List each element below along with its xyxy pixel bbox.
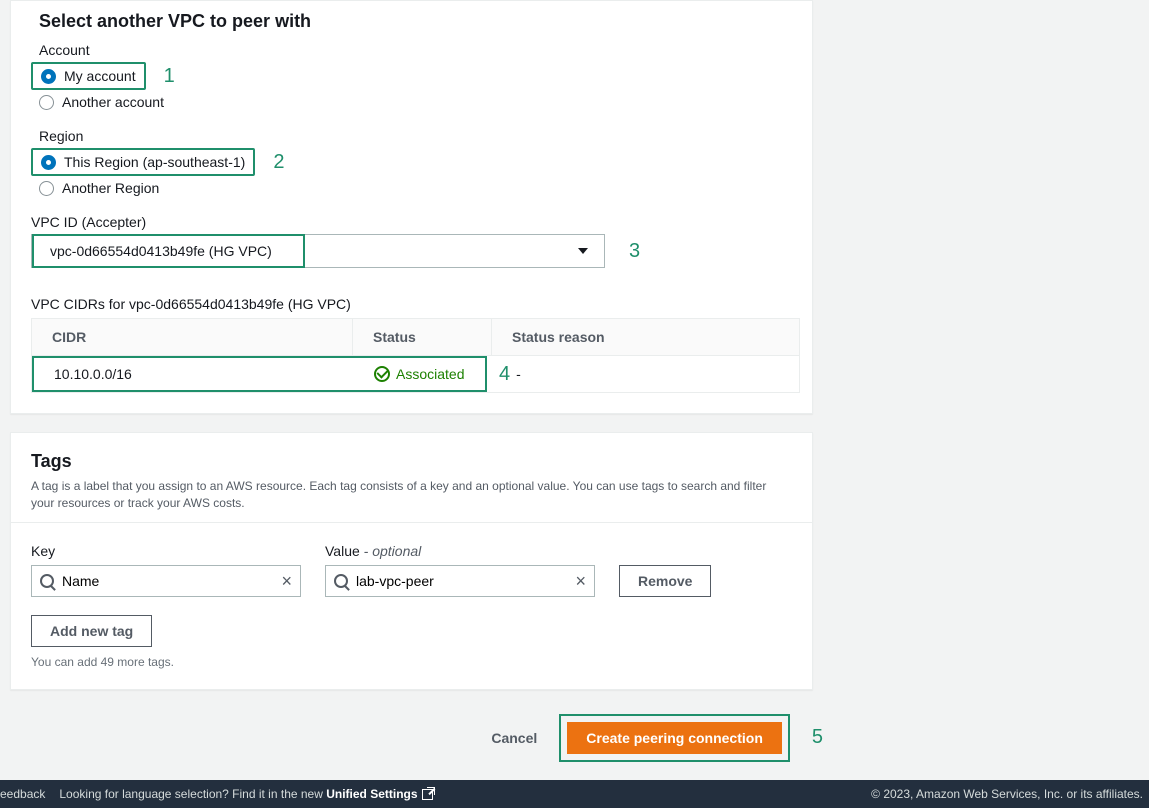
highlight-vpc-id: vpc-0d66554d0413b49fe (HG VPC) xyxy=(32,234,305,268)
account-label: Account xyxy=(39,42,792,58)
tag-key-label: Key xyxy=(31,543,301,559)
header-reason: Status reason xyxy=(492,319,799,355)
radio-unselected-icon xyxy=(39,95,54,110)
clear-icon[interactable]: × xyxy=(575,572,586,590)
radio-another-region-label: Another Region xyxy=(62,180,159,196)
tag-value-label: Value - optional xyxy=(325,543,595,559)
cidr-reason: - xyxy=(510,358,541,390)
highlight-account: My account xyxy=(31,62,146,90)
cidr-status-cell: Associated xyxy=(354,358,484,390)
footer-lang-text: Looking for language selection? Find it … xyxy=(59,787,432,801)
section-title: Select another VPC to peer with xyxy=(39,11,792,32)
radio-my-account-label: My account xyxy=(64,68,136,84)
annotation-4: 4 xyxy=(499,363,510,386)
create-peering-button[interactable]: Create peering connection xyxy=(567,722,782,754)
radio-another-region[interactable]: Another Region xyxy=(31,176,792,200)
tags-title: Tags xyxy=(31,451,792,472)
tag-key-input-wrap[interactable]: × xyxy=(31,565,301,597)
vpc-id-select[interactable]: vpc-0d66554d0413b49fe (HG VPC) xyxy=(31,234,605,268)
clear-icon[interactable]: × xyxy=(281,572,292,590)
search-icon xyxy=(334,574,348,588)
vpc-peer-panel: Select another VPC to peer with Account … xyxy=(10,0,813,414)
vpc-id-label: VPC ID (Accepter) xyxy=(31,214,792,230)
tag-limit-text: You can add 49 more tags. xyxy=(31,655,792,669)
radio-another-account-label: Another account xyxy=(62,94,164,110)
radio-this-region[interactable]: This Region (ap-southeast-1) xyxy=(33,150,253,174)
cidr-table: CIDR Status Status reason 10.10.0.0/16 A… xyxy=(31,318,800,393)
add-new-tag-button[interactable]: Add new tag xyxy=(31,615,152,647)
table-row: 10.10.0.0/16 Associated 4 - xyxy=(32,356,799,392)
annotation-2: 2 xyxy=(273,151,284,174)
tag-key-input[interactable] xyxy=(62,573,273,589)
tag-value-input-wrap[interactable]: × xyxy=(325,565,595,597)
unified-settings-label: Unified Settings xyxy=(326,787,417,801)
highlight-region: This Region (ap-southeast-1) xyxy=(31,148,255,176)
header-cidr: CIDR xyxy=(32,319,352,355)
radio-this-region-label: This Region (ap-southeast-1) xyxy=(64,154,245,170)
annotation-3: 3 xyxy=(629,240,640,263)
cancel-button[interactable]: Cancel xyxy=(491,730,537,746)
tag-value-label-main: Value xyxy=(325,543,360,559)
radio-my-account[interactable]: My account xyxy=(33,64,144,88)
external-link-icon xyxy=(422,789,433,800)
highlight-cidr-row: 10.10.0.0/16 Associated xyxy=(32,356,487,392)
highlight-create-button: Create peering connection xyxy=(559,714,790,762)
annotation-1: 1 xyxy=(164,65,175,88)
cidr-table-label: VPC CIDRs for vpc-0d66554d0413b49fe (HG … xyxy=(31,296,792,312)
vpc-id-value: vpc-0d66554d0413b49fe (HG VPC) xyxy=(50,243,272,259)
tags-description: A tag is a label that you assign to an A… xyxy=(31,478,771,512)
tag-row: Key × Value - optional × xyxy=(31,543,792,597)
footer-feedback[interactable]: eedback xyxy=(0,787,45,801)
footer-copyright: © 2023, Amazon Web Services, Inc. or its… xyxy=(871,787,1143,801)
unified-settings-link[interactable]: Unified Settings xyxy=(326,787,432,801)
radio-another-account[interactable]: Another account xyxy=(31,90,792,114)
tags-panel: Tags A tag is a label that you assign to… xyxy=(10,432,813,690)
cidr-status: Associated xyxy=(396,366,464,382)
radio-unselected-icon xyxy=(39,181,54,196)
footer-lang-prefix: Looking for language selection? Find it … xyxy=(59,787,326,801)
cidr-value: 10.10.0.0/16 xyxy=(34,358,354,390)
search-icon xyxy=(40,574,54,588)
tag-value-label-optional: - optional xyxy=(360,543,421,559)
cidr-header-row: CIDR Status Status reason xyxy=(32,319,799,356)
remove-tag-button[interactable]: Remove xyxy=(619,565,711,597)
chevron-down-icon xyxy=(578,248,588,254)
radio-selected-icon xyxy=(41,69,56,84)
region-label: Region xyxy=(39,128,792,144)
action-row: Cancel Create peering connection 5 xyxy=(10,708,823,780)
radio-selected-icon xyxy=(41,155,56,170)
tag-value-input[interactable] xyxy=(356,573,567,589)
check-circle-icon xyxy=(374,366,390,382)
annotation-5: 5 xyxy=(812,726,823,749)
footer-bar: eedback Looking for language selection? … xyxy=(0,780,1149,808)
header-status: Status xyxy=(352,319,492,355)
